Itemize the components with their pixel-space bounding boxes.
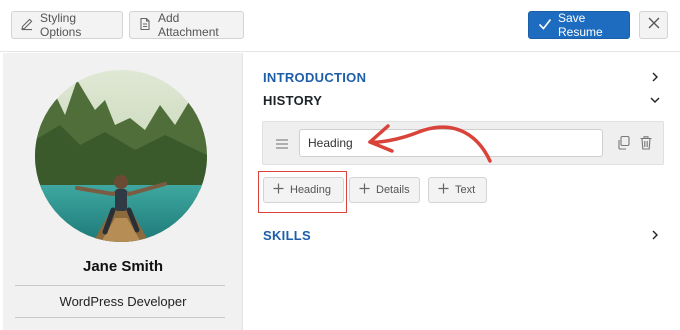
toolbar: Styling Options Add Attachment Save Resu… xyxy=(0,0,680,52)
add-text-button[interactable]: Text xyxy=(428,177,487,203)
styling-options-label: Styling Options xyxy=(40,11,82,39)
add-details-label: Details xyxy=(376,184,410,196)
profile-role: WordPress Developer xyxy=(59,294,187,309)
add-heading-button[interactable]: Heading xyxy=(263,177,344,203)
drag-handle-icon[interactable] xyxy=(275,138,289,150)
save-resume-label: Save Resume xyxy=(558,11,603,39)
add-details-button[interactable]: Details xyxy=(349,177,420,203)
plus-icon xyxy=(438,183,449,197)
chevron-right-icon[interactable] xyxy=(650,72,660,82)
plus-icon xyxy=(359,183,370,197)
chevron-down-icon[interactable] xyxy=(650,95,660,105)
duplicate-icon[interactable] xyxy=(617,135,631,151)
add-attachment-label: Add Attachment xyxy=(158,11,219,39)
section-skills[interactable]: SKILLS xyxy=(263,228,311,243)
profile-panel: Jane Smith WordPress Developer xyxy=(3,53,243,330)
trash-icon[interactable] xyxy=(639,135,653,151)
save-resume-button[interactable]: Save Resume xyxy=(528,11,630,39)
section-history[interactable]: HISTORY xyxy=(263,93,322,108)
close-button[interactable] xyxy=(639,11,668,39)
close-icon xyxy=(648,16,660,34)
plus-icon xyxy=(273,183,284,197)
divider xyxy=(15,285,225,286)
add-attachment-button[interactable]: Add Attachment xyxy=(129,11,244,39)
pencil-icon xyxy=(20,17,34,34)
history-heading-block xyxy=(262,121,664,165)
add-text-label: Text xyxy=(455,184,476,196)
avatar[interactable] xyxy=(35,70,207,242)
styling-options-button[interactable]: Styling Options xyxy=(11,11,123,39)
add-heading-label: Heading xyxy=(290,184,331,196)
section-introduction[interactable]: INTRODUCTION xyxy=(263,70,366,85)
document-icon xyxy=(138,17,152,34)
profile-name: Jane Smith xyxy=(82,258,164,275)
chevron-right-icon[interactable] xyxy=(650,230,660,240)
checkmark-icon xyxy=(538,17,552,34)
resume-editor: INTRODUCTION HISTORY Heading Details xyxy=(244,53,680,330)
heading-input[interactable] xyxy=(299,129,603,157)
divider xyxy=(15,317,225,318)
